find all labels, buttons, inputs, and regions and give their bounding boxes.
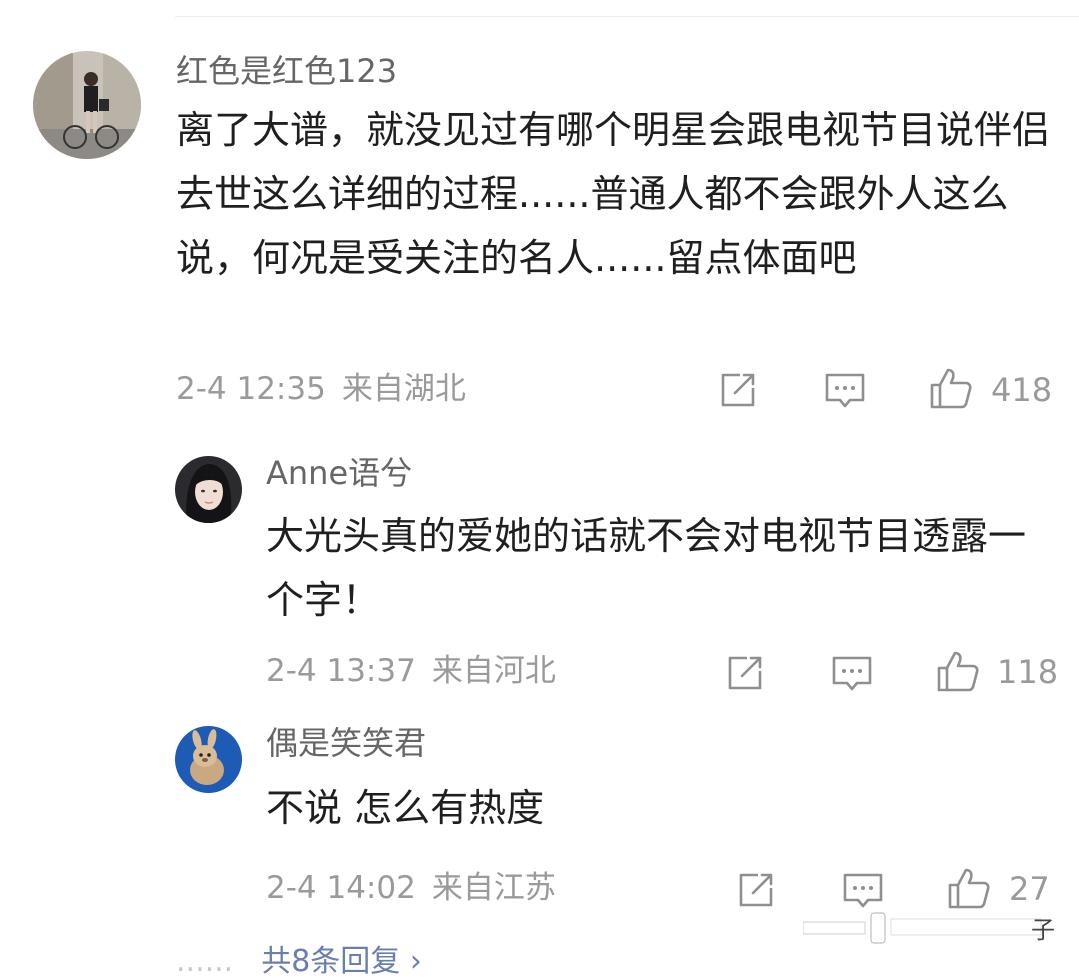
comment-meta: 2-4 14:02 来自江苏 [266, 873, 556, 904]
comment-meta: 2-4 13:37 来自河北 [266, 656, 556, 687]
comment-time: 2-4 12:35 [176, 371, 326, 407]
comment-username[interactable]: 偶是笑笑君 [266, 727, 426, 759]
comment-icon [824, 372, 866, 410]
avatar[interactable] [33, 51, 141, 159]
comment-button[interactable] [824, 372, 866, 410]
like-button[interactable] [947, 866, 991, 910]
comment-icon [842, 872, 884, 910]
comment-text: 不说 怎么有热度 [266, 786, 545, 830]
like-button[interactable] [929, 366, 973, 410]
like-button[interactable] [936, 649, 980, 693]
comment-button[interactable] [831, 655, 873, 693]
like-count: 118 [997, 653, 1059, 691]
avatar[interactable] [175, 456, 242, 523]
like-count: 27 [1009, 870, 1050, 908]
share-icon [718, 370, 758, 410]
comment-username[interactable]: Anne语兮 [266, 457, 412, 489]
more-dots: ...... [176, 944, 234, 979]
share-button[interactable] [736, 870, 776, 910]
comment-text: 离了大谱，就没见过有哪个明星会跟电视节目说伴侣去世这么详细的过程......普通… [176, 108, 1051, 280]
share-button[interactable] [725, 653, 765, 693]
share-icon [736, 870, 776, 910]
comment-meta: 2-4 12:35 来自湖北 [176, 374, 466, 405]
avatar[interactable] [175, 726, 242, 793]
comment-location: 来自湖北 [341, 371, 466, 407]
like-count: 418 [991, 371, 1053, 409]
comment-text: 大光头真的爱她的话就不会对电视节目透露一个字！ [266, 514, 1027, 622]
watermark: 子 [802, 910, 1055, 944]
comment-button[interactable] [842, 872, 884, 910]
comment-icon [831, 655, 873, 693]
comment-time: 2-4 13:37 [266, 653, 416, 689]
share-button[interactable] [718, 370, 758, 410]
comment-username[interactable]: 红色是红色123 [176, 55, 397, 87]
share-icon [725, 653, 765, 693]
like-icon [929, 366, 973, 410]
watermark-graphic [802, 912, 1042, 944]
comment-location: 来自河北 [431, 653, 556, 689]
top-divider [175, 16, 1079, 17]
comment-location: 来自江苏 [431, 870, 556, 906]
watermark-text: 子 [1031, 916, 1055, 944]
like-icon [947, 866, 991, 910]
more-replies-link[interactable]: 共8条回复 › [261, 944, 422, 979]
more-replies[interactable]: ...... 共8条回复 › [176, 936, 422, 980]
comment-time: 2-4 14:02 [266, 870, 416, 906]
like-icon [936, 649, 980, 693]
